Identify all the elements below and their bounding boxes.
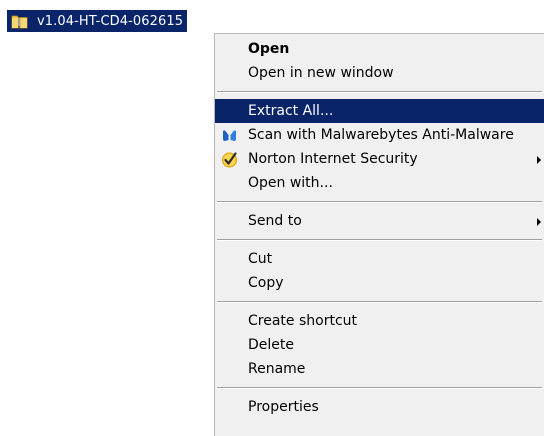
- menu-item-label: Scan with Malwarebytes Anti-Malware: [248, 127, 514, 143]
- chevron-right-icon: [537, 218, 541, 226]
- menu-separator: [217, 239, 542, 241]
- menu-item-cut[interactable]: Cut: [215, 247, 544, 271]
- menu-item-label: Copy: [248, 275, 284, 291]
- menu-item-label: Properties: [248, 399, 319, 415]
- menu-item-create-shortcut[interactable]: Create shortcut: [215, 309, 544, 333]
- menu-item-open[interactable]: Open: [215, 37, 544, 61]
- menu-item-open-new-window[interactable]: Open in new window: [215, 61, 544, 85]
- menu-item-scan-malwarebytes[interactable]: Scan with Malwarebytes Anti-Malware: [215, 123, 544, 147]
- zip-folder-icon: [11, 15, 28, 29]
- menu-item-properties[interactable]: Properties: [215, 395, 544, 419]
- menu-item-label: Rename: [248, 361, 306, 377]
- menu-item-label: Extract All...: [248, 103, 334, 119]
- file-name-label: v1.04-HT-CD4-062615: [37, 13, 184, 29]
- menu-item-label: Delete: [248, 337, 294, 353]
- menu-item-label: Create shortcut: [248, 313, 358, 329]
- menu-item-delete[interactable]: Delete: [215, 333, 544, 357]
- menu-item-label: Open: [248, 41, 290, 57]
- malwarebytes-icon: [223, 130, 236, 141]
- selected-file-item[interactable]: v1.04-HT-CD4-062615: [7, 10, 188, 32]
- menu-item-rename[interactable]: Rename: [215, 357, 544, 381]
- menu-separator: [217, 201, 542, 203]
- context-menu: Open Open in new window Extract All... S…: [214, 33, 544, 436]
- menu-separator: [217, 301, 542, 303]
- menu-item-label: Send to: [248, 213, 302, 229]
- chevron-right-icon: [537, 156, 541, 164]
- menu-separator: [217, 387, 542, 389]
- menu-item-label: Cut: [248, 251, 273, 267]
- menu-item-extract-all[interactable]: Extract All...: [215, 99, 544, 123]
- menu-item-label: Open in new window: [248, 65, 394, 81]
- menu-item-norton[interactable]: Norton Internet Security: [215, 147, 544, 171]
- menu-item-copy[interactable]: Copy: [215, 271, 544, 295]
- norton-checkmark-icon: [222, 152, 237, 168]
- menu-item-open-with[interactable]: Open with...: [215, 171, 544, 195]
- menu-item-label: Norton Internet Security: [248, 151, 418, 167]
- menu-item-label: Open with...: [248, 175, 333, 191]
- menu-separator: [217, 91, 542, 93]
- menu-item-send-to[interactable]: Send to: [215, 209, 544, 233]
- desktop-view: v1.04-HT-CD4-062615 Open Open in new win…: [0, 0, 544, 436]
